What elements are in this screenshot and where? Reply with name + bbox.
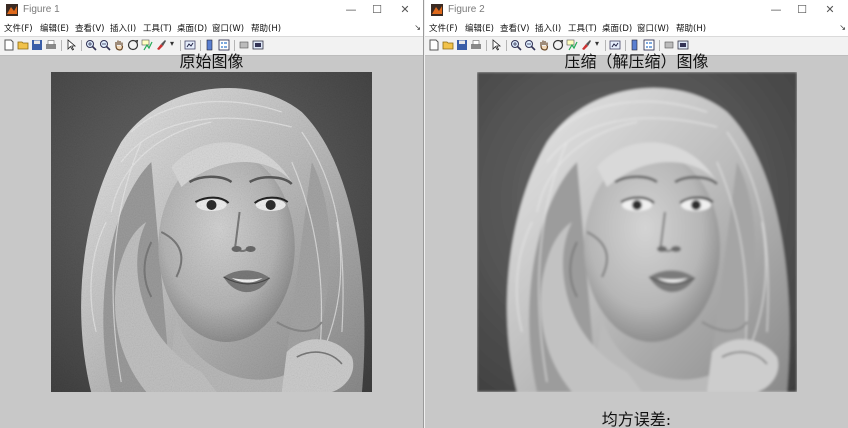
toolbar-separator (81, 40, 82, 51)
save-icon[interactable] (31, 39, 43, 51)
menu-file[interactable]: 文件(F) (4, 22, 33, 34)
legend-icon[interactable] (218, 39, 230, 51)
menu-bar: 文件(F) 编辑(E) 查看(V) 插入(I) 工具(T) 桌面(D) 窗口(W… (425, 20, 848, 36)
menu-expand-icon[interactable]: ↘ (414, 23, 421, 32)
toolbar-separator (659, 40, 660, 51)
data-cursor-icon[interactable] (141, 39, 153, 51)
pan-icon[interactable] (538, 39, 550, 51)
maximize-button[interactable]: ☐ (790, 0, 814, 20)
hide-plot-tools-icon[interactable] (663, 39, 675, 51)
matlab-app-icon (431, 4, 443, 16)
colorbar-icon[interactable] (204, 39, 216, 51)
save-icon[interactable] (456, 39, 468, 51)
zoom-out-icon[interactable] (524, 39, 536, 51)
original-image-title: 原始图像 (179, 52, 244, 71)
menu-desktop[interactable]: 桌面(D) (177, 22, 207, 34)
menu-help[interactable]: 帮助(H) (251, 22, 281, 34)
menu-bar: 文件(F) 编辑(E) 查看(V) 插入(I) 工具(T) 桌面(D) 窗口(W… (0, 20, 423, 36)
link-plot-icon[interactable] (184, 39, 196, 51)
menu-expand-icon[interactable]: ↘ (839, 23, 846, 32)
brush-dropdown-icon[interactable]: ▾ (170, 39, 174, 48)
menu-insert[interactable]: 插入(I) (535, 22, 561, 34)
brush-icon[interactable] (580, 39, 592, 51)
brush-dropdown-icon[interactable]: ▾ (595, 39, 599, 48)
menu-window[interactable]: 窗口(W) (212, 22, 244, 34)
maximize-button[interactable]: ☐ (365, 0, 389, 20)
show-plot-tools-icon[interactable] (252, 39, 264, 51)
data-cursor-icon[interactable] (566, 39, 578, 51)
open-file-icon[interactable] (442, 39, 454, 51)
hide-plot-tools-icon[interactable] (238, 39, 250, 51)
toolbar-separator (625, 40, 626, 51)
minimize-button[interactable]: — (339, 0, 363, 20)
original-image (51, 72, 372, 392)
zoom-in-icon[interactable] (85, 39, 97, 51)
menu-view[interactable]: 查看(V) (75, 22, 104, 34)
toolbar-separator (234, 40, 235, 51)
print-icon[interactable] (45, 39, 57, 51)
toolbar-separator (61, 40, 62, 51)
new-figure-icon[interactable] (428, 39, 440, 51)
pointer-icon[interactable] (490, 39, 502, 51)
toolbar-separator (486, 40, 487, 51)
figure-2-window: Figure 2 — ☐ ✕ 文件(F) 编辑(E) 查看(V) 插入(I) 工… (425, 0, 848, 428)
title-bar[interactable]: Figure 2 — ☐ ✕ (425, 0, 848, 20)
zoom-out-icon[interactable] (99, 39, 111, 51)
toolbar-separator (506, 40, 507, 51)
menu-help[interactable]: 帮助(H) (676, 22, 706, 34)
menu-file[interactable]: 文件(F) (429, 22, 458, 34)
pan-icon[interactable] (113, 39, 125, 51)
menu-tools[interactable]: 工具(T) (143, 22, 172, 34)
brush-icon[interactable] (155, 39, 167, 51)
colorbar-icon[interactable] (629, 39, 641, 51)
figure-1-window: Figure 1 — ☐ ✕ 文件(F) 编辑(E) 查看(V) 插入(I) 工… (0, 0, 424, 428)
toolbar-separator (605, 40, 606, 51)
menu-tools[interactable]: 工具(T) (568, 22, 597, 34)
new-figure-icon[interactable] (3, 39, 15, 51)
close-button[interactable]: ✕ (818, 0, 842, 20)
toolbar-separator (200, 40, 201, 51)
compressed-image-title: 压缩（解压缩）图像 (564, 52, 709, 71)
pointer-icon[interactable] (65, 39, 77, 51)
rotate-3d-icon[interactable] (127, 39, 139, 51)
show-plot-tools-icon[interactable] (677, 39, 689, 51)
close-button[interactable]: ✕ (393, 0, 417, 20)
menu-view[interactable]: 查看(V) (500, 22, 529, 34)
legend-icon[interactable] (643, 39, 655, 51)
minimize-button[interactable]: — (764, 0, 788, 20)
menu-insert[interactable]: 插入(I) (110, 22, 136, 34)
mse-label: 均方误差: (601, 410, 672, 428)
menu-window[interactable]: 窗口(W) (637, 22, 669, 34)
open-file-icon[interactable] (17, 39, 29, 51)
toolbar-separator (180, 40, 181, 51)
menu-edit[interactable]: 编辑(E) (465, 22, 494, 34)
zoom-in-icon[interactable] (510, 39, 522, 51)
menu-desktop[interactable]: 桌面(D) (602, 22, 632, 34)
matlab-app-icon (6, 4, 18, 16)
rotate-3d-icon[interactable] (552, 39, 564, 51)
compressed-image (477, 72, 797, 392)
menu-edit[interactable]: 编辑(E) (40, 22, 69, 34)
window-title: Figure 1 (23, 4, 60, 15)
link-plot-icon[interactable] (609, 39, 621, 51)
window-title: Figure 2 (448, 4, 485, 15)
print-icon[interactable] (470, 39, 482, 51)
title-bar[interactable]: Figure 1 — ☐ ✕ (0, 0, 423, 20)
